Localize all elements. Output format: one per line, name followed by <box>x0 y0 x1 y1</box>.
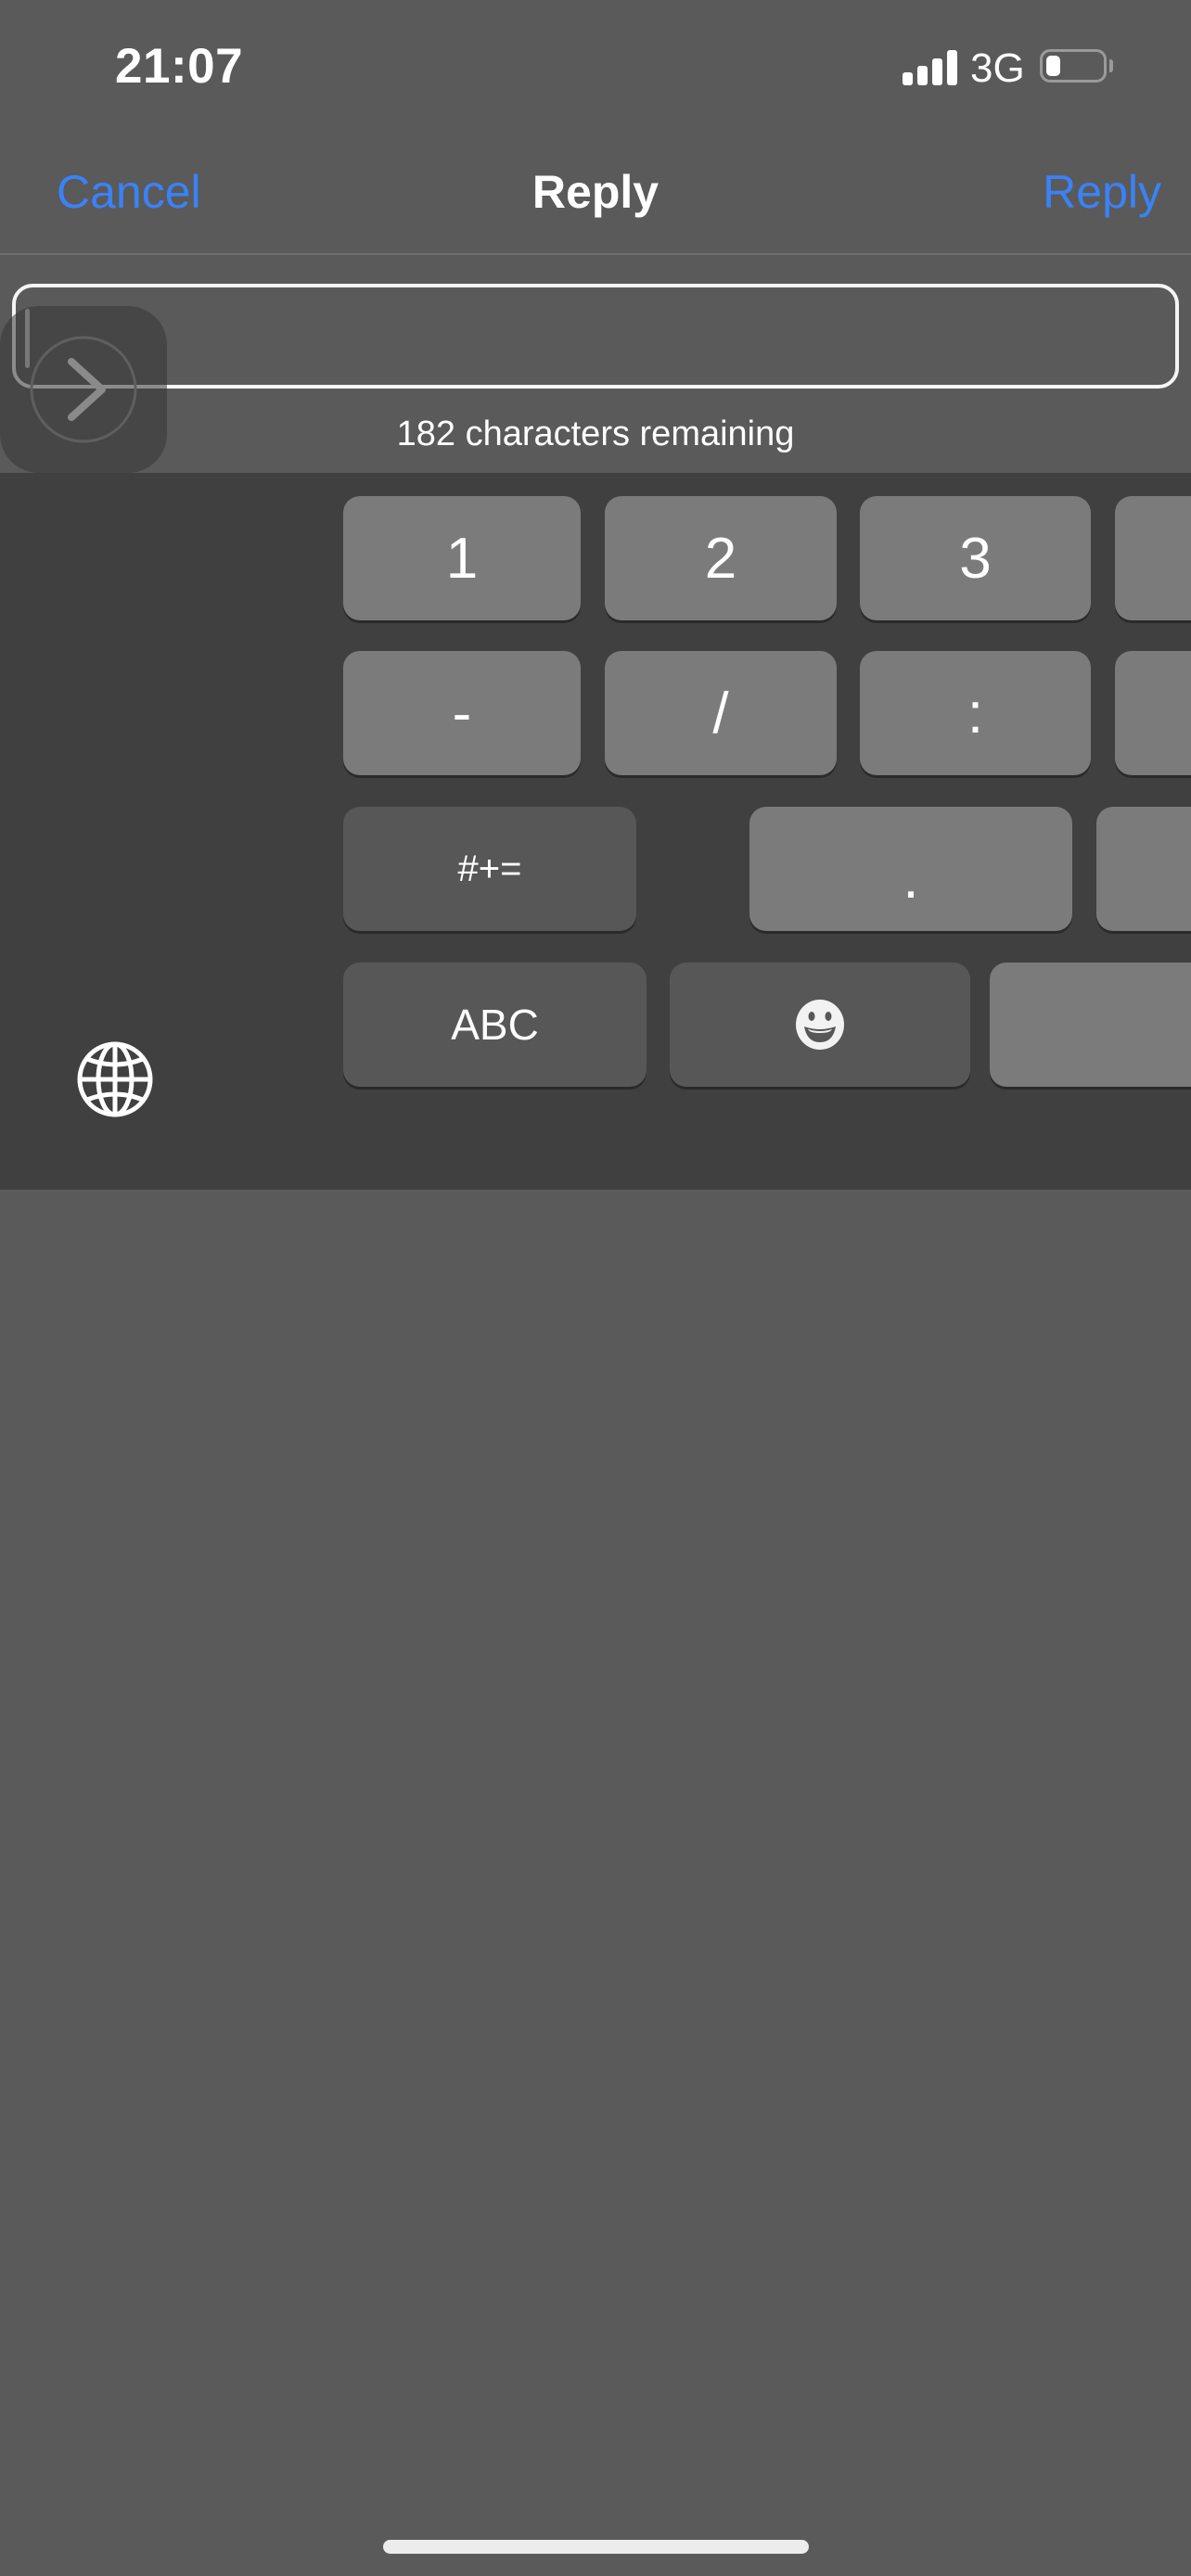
emoji-key[interactable] <box>670 963 970 1087</box>
key-2[interactable]: 2 <box>605 496 837 620</box>
reply-button[interactable]: Reply <box>1043 159 1161 224</box>
page-title: Reply <box>531 166 660 218</box>
nav-divider <box>0 253 1191 255</box>
key-label: . <box>903 846 919 911</box>
key-label: 3 <box>959 526 992 591</box>
key-label: #+= <box>457 848 522 889</box>
space-key[interactable] <box>990 963 1191 1087</box>
key-label: 1 <box>445 526 479 591</box>
abc-key[interactable]: ABC <box>343 963 647 1087</box>
chevron-right-circle-icon <box>30 336 137 443</box>
floating-assistive-button[interactable] <box>0 306 167 473</box>
key-label: / <box>712 681 729 746</box>
network-type: 3G <box>970 45 1025 91</box>
key-3[interactable]: 3 <box>860 496 1091 620</box>
key-semicolon[interactable] <box>1115 651 1191 775</box>
key-label: ABC <box>451 1001 539 1049</box>
key-label: : <box>967 681 984 746</box>
character-counter: 182 characters remaining <box>396 414 795 453</box>
key-comma[interactable] <box>1096 807 1191 931</box>
battery-cap <box>1109 59 1113 72</box>
key-slash[interactable]: / <box>605 651 837 775</box>
key-1[interactable]: 1 <box>343 496 581 620</box>
home-indicator[interactable] <box>383 2540 809 2554</box>
emoji-icon <box>796 1000 844 1050</box>
key-colon[interactable]: : <box>860 651 1091 775</box>
key-hyphen[interactable]: - <box>343 651 581 775</box>
status-time: 21:07 <box>115 39 244 94</box>
symbols-toggle-key[interactable]: #+= <box>343 807 636 931</box>
signal-icon <box>903 50 958 85</box>
battery-icon <box>1040 49 1107 83</box>
key-4[interactable] <box>1115 496 1191 620</box>
reply-text-field[interactable] <box>12 284 1179 389</box>
keyboard: 1 2 3 - / : #+= . ABC <box>0 473 1191 1190</box>
key-period[interactable]: . <box>749 807 1072 931</box>
battery-fill <box>1046 56 1060 76</box>
globe-icon[interactable] <box>76 1040 154 1118</box>
key-label: - <box>452 681 472 746</box>
key-label: 2 <box>704 526 737 591</box>
